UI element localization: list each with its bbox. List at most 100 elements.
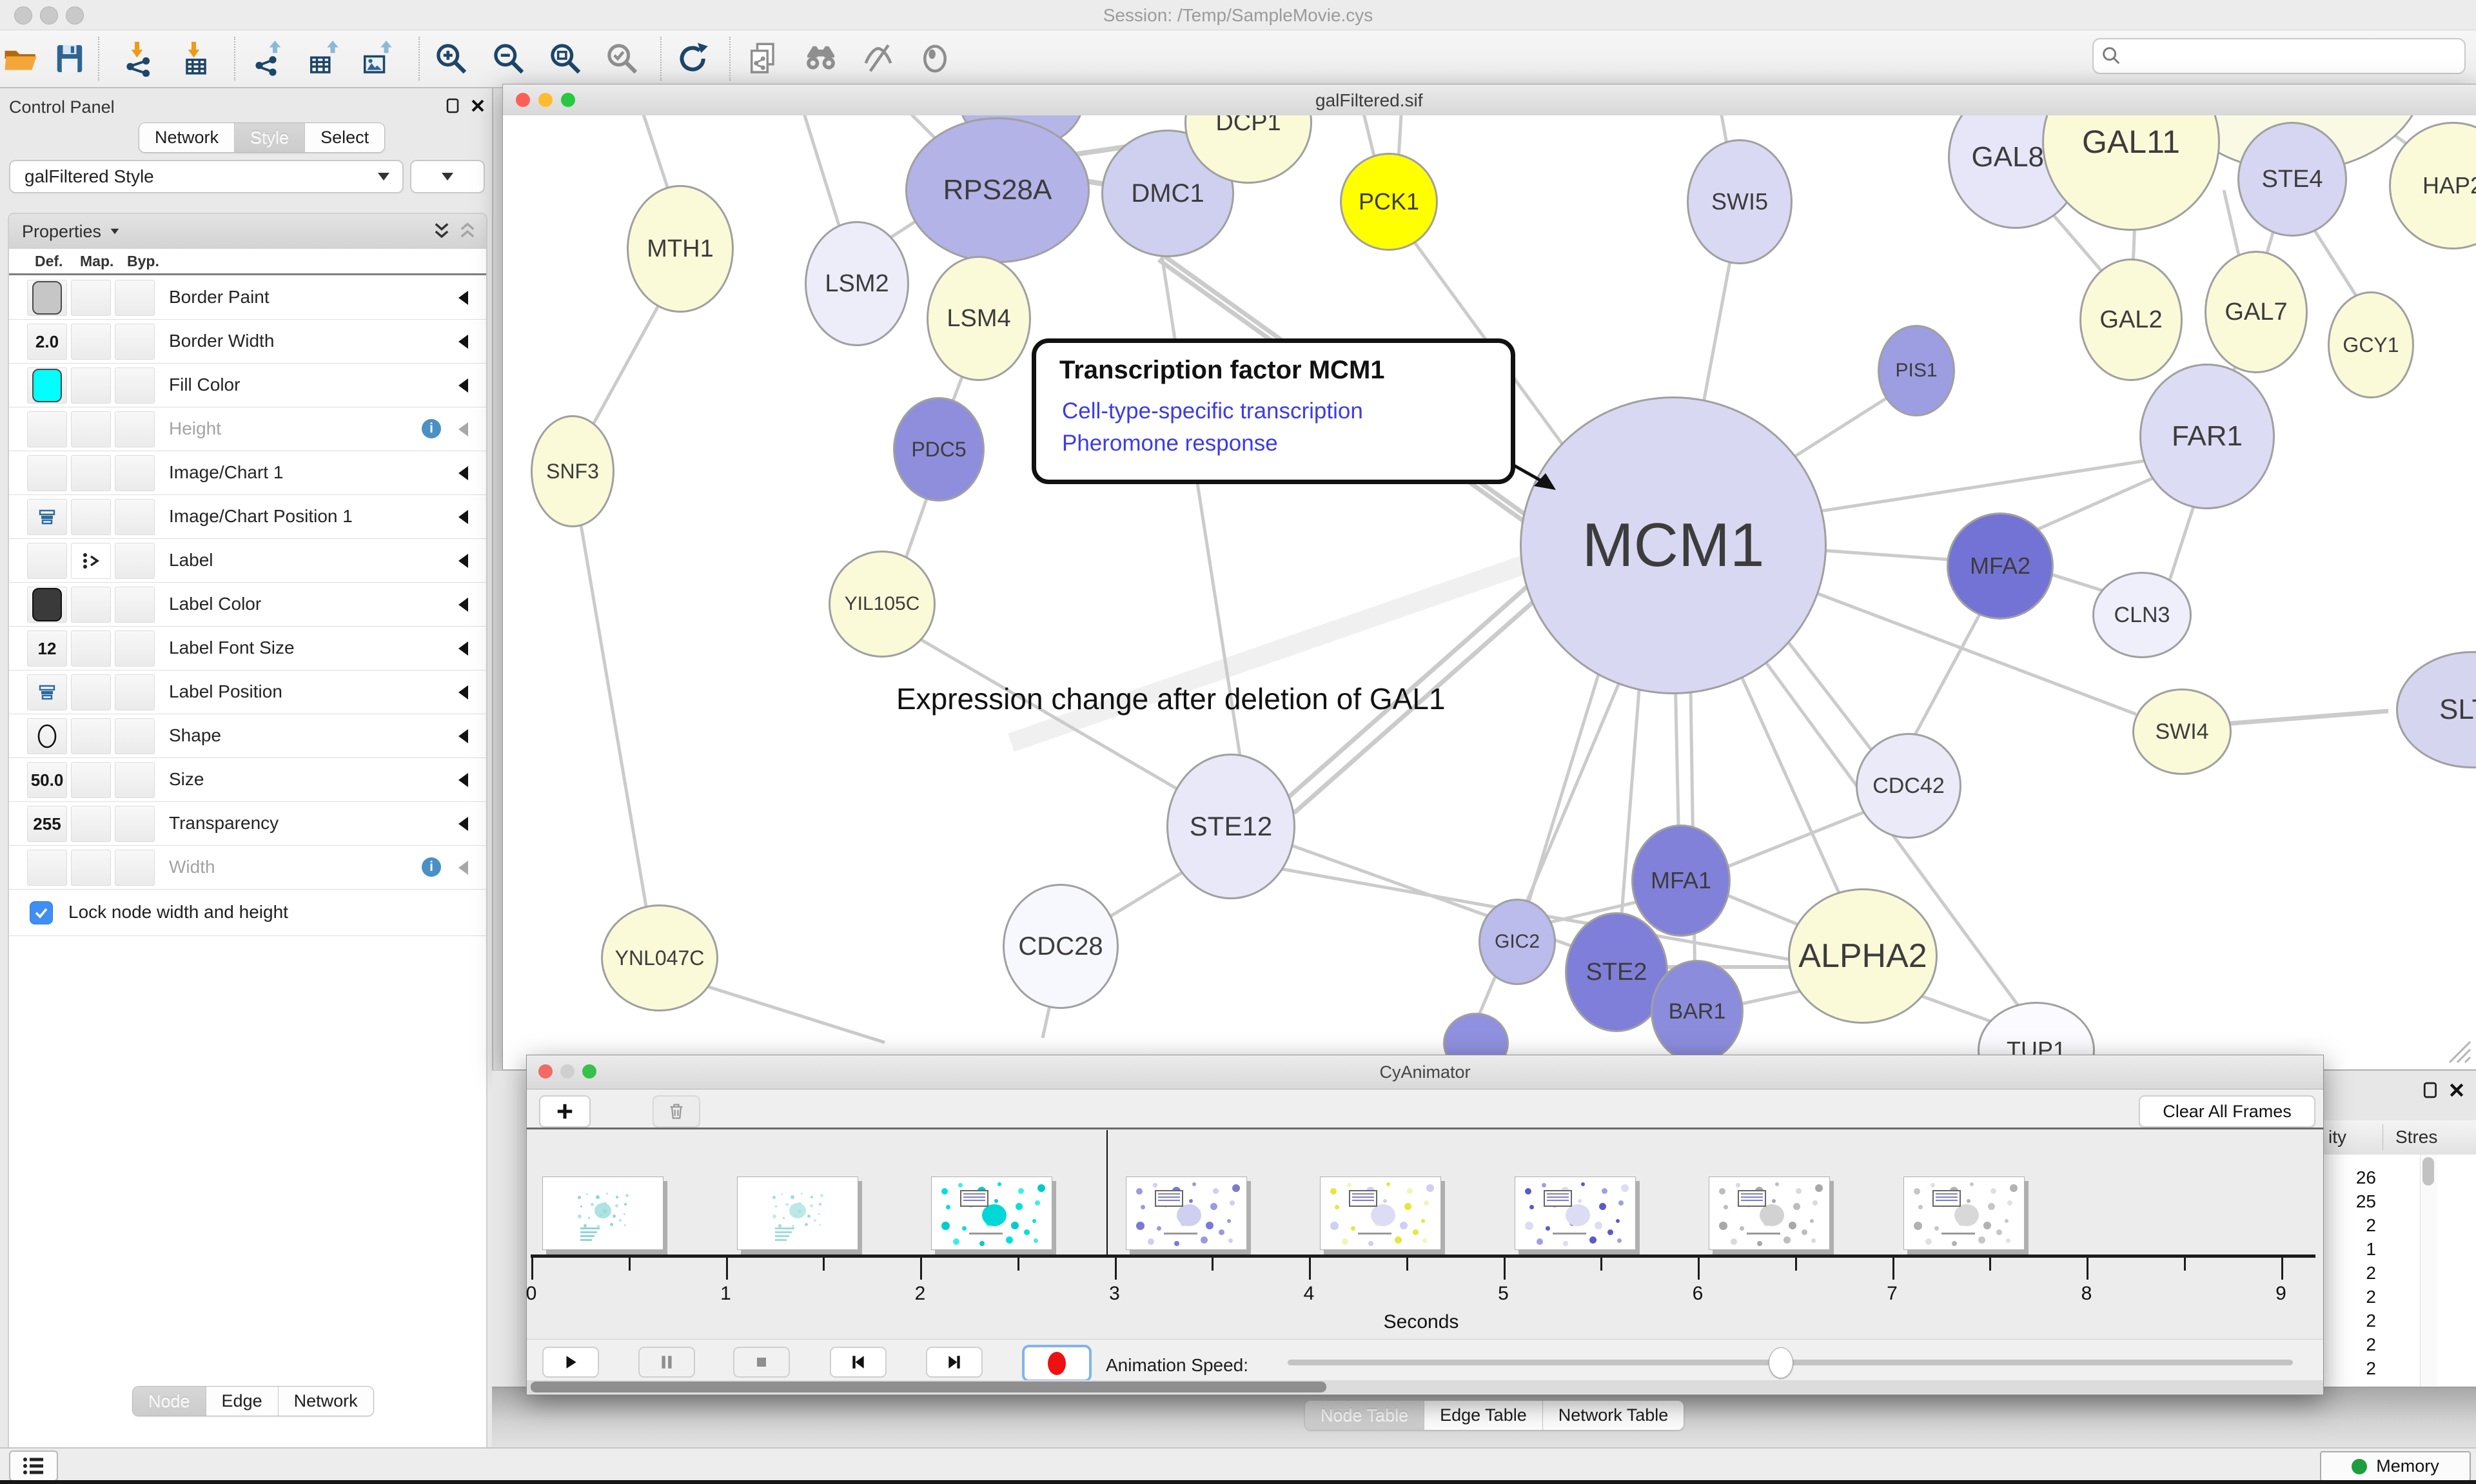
property-row-height[interactable]: Heighti: [9, 407, 486, 451]
network-node-lsm4[interactable]: LSM4: [927, 256, 1031, 381]
network-node-cdc42[interactable]: CDC42: [1856, 733, 1961, 839]
current-style-dropdown[interactable]: galFiltered Style: [9, 160, 404, 193]
timeline-playhead[interactable]: [1106, 1130, 1108, 1255]
expand-row-arrow-icon[interactable]: [458, 598, 468, 612]
tab-style[interactable]: Style: [234, 123, 304, 152]
scrollbar-thumb[interactable]: [531, 1381, 1326, 1392]
table-cell-value[interactable]: 25: [2323, 1191, 2376, 1212]
expand-row-arrow-icon[interactable]: [458, 291, 468, 305]
expand-row-arrow-icon[interactable]: [458, 510, 468, 524]
zoom-out-icon[interactable]: [484, 39, 533, 78]
expand-all-icon[interactable]: [432, 222, 451, 241]
default-value-cell[interactable]: 2.0: [27, 324, 67, 360]
default-value-cell[interactable]: [27, 543, 67, 579]
expand-row-arrow-icon[interactable]: [458, 335, 468, 349]
mapping-cell[interactable]: [71, 455, 111, 491]
minimize-window-icon[interactable]: [538, 93, 553, 107]
network-node-mfa1[interactable]: MFA1: [1631, 825, 1731, 937]
zoom-fit-icon[interactable]: [541, 39, 590, 78]
frame-thumbnail-6[interactable]: [1709, 1176, 1830, 1250]
property-row-fill-color[interactable]: Fill Color: [9, 363, 486, 407]
table-cell-value[interactable]: 2: [2323, 1334, 2376, 1355]
tab-node[interactable]: Node: [133, 1387, 206, 1416]
bypass-cell[interactable]: [115, 806, 155, 842]
expand-row-arrow-icon[interactable]: [458, 422, 468, 436]
scrollbar-thumb[interactable]: [2422, 1157, 2434, 1186]
bypass-cell[interactable]: [115, 280, 155, 316]
network-node-lsm2[interactable]: LSM2: [805, 221, 909, 346]
close-panel-icon[interactable]: [468, 96, 487, 115]
expand-row-arrow-icon[interactable]: [458, 729, 468, 743]
network-node-pis1[interactable]: PIS1: [1878, 325, 1955, 416]
memory-button[interactable]: Memory: [2320, 1451, 2471, 1481]
tab-edge[interactable]: Edge: [206, 1387, 278, 1416]
table-cell-value[interactable]: 2: [2323, 1263, 2376, 1284]
property-row-transparency[interactable]: 255Transparency: [9, 801, 486, 846]
record-button[interactable]: [1022, 1345, 1092, 1382]
property-row-label-color[interactable]: Label Color: [9, 582, 486, 627]
network-node-gcy1[interactable]: GCY1: [2328, 291, 2414, 398]
default-value-cell[interactable]: [27, 367, 67, 404]
bypass-cell[interactable]: [115, 587, 155, 623]
tab-node-table[interactable]: Node Table: [1305, 1401, 1424, 1430]
network-window-titlebar[interactable]: galFiltered.sif: [503, 84, 2476, 116]
table-cell-value[interactable]: 1: [2323, 1239, 2376, 1260]
tab-network[interactable]: Network: [278, 1387, 373, 1416]
network-node-bar1[interactable]: BAR1: [1651, 960, 1744, 1063]
bypass-cell[interactable]: [115, 499, 155, 535]
table-column-header[interactable]: Stres: [2395, 1127, 2437, 1147]
lock-size-checkbox[interactable]: [30, 901, 53, 924]
mapping-cell[interactable]: [71, 718, 111, 754]
property-row-label-position[interactable]: Label Position: [9, 670, 486, 714]
find-icon[interactable]: [796, 39, 845, 78]
table-column-header[interactable]: ity: [2328, 1127, 2346, 1147]
copy-network-icon[interactable]: [740, 39, 789, 78]
default-value-cell[interactable]: [27, 455, 67, 491]
property-row-shape[interactable]: Shape: [9, 714, 486, 758]
bypass-cell[interactable]: [115, 630, 155, 667]
search-input[interactable]: [2130, 46, 2464, 67]
mapping-cell[interactable]: [71, 367, 111, 404]
mapping-cell[interactable]: [71, 543, 111, 579]
hide-details-icon[interactable]: [854, 39, 903, 78]
skip-to-start-button[interactable]: [830, 1347, 887, 1378]
mapping-cell[interactable]: [71, 280, 111, 316]
import-table-icon[interactable]: [172, 39, 221, 78]
table-cell-value[interactable]: 2: [2323, 1311, 2376, 1331]
expand-row-arrow-icon[interactable]: [458, 861, 468, 875]
mapping-cell[interactable]: [71, 806, 111, 842]
search-field[interactable]: [2092, 38, 2466, 74]
network-node-pdc5[interactable]: PDC5: [893, 397, 985, 502]
tab-network-table[interactable]: Network Table: [1542, 1401, 1684, 1430]
float-panel-icon[interactable]: [2422, 1082, 2439, 1102]
timeline-horizontal-scrollbar[interactable]: [527, 1380, 2323, 1394]
table-cell-value[interactable]: 2: [2323, 1215, 2376, 1236]
frame-thumbnail-4[interactable]: [1320, 1176, 1441, 1250]
tab-select[interactable]: Select: [304, 123, 384, 152]
clear-all-frames-button[interactable]: Clear All Frames: [2139, 1095, 2315, 1128]
task-history-button[interactable]: [9, 1450, 58, 1481]
property-row-image-chart-1[interactable]: Image/Chart 1: [9, 451, 486, 495]
frame-thumbnail-5[interactable]: [1515, 1176, 1636, 1250]
network-node-mcm1[interactable]: MCM1: [1520, 396, 1827, 694]
default-value-cell[interactable]: [27, 674, 67, 710]
property-row-border-width[interactable]: 2.0Border Width: [9, 319, 486, 364]
default-value-cell[interactable]: [27, 280, 67, 316]
property-row-width[interactable]: Widthi: [9, 845, 486, 890]
table-cell-value[interactable]: 26: [2323, 1167, 2376, 1188]
mapping-cell[interactable]: [71, 324, 111, 360]
property-row-label[interactable]: Label: [9, 538, 486, 583]
table-cell-value[interactable]: 2: [2323, 1287, 2376, 1307]
collapse-all-icon[interactable]: [458, 222, 477, 241]
expand-row-arrow-icon[interactable]: [458, 554, 468, 568]
bypass-cell[interactable]: [115, 718, 155, 754]
info-icon[interactable]: i: [422, 857, 441, 877]
properties-header[interactable]: Properties: [9, 214, 486, 249]
refresh-icon[interactable]: [669, 39, 718, 78]
bypass-cell[interactable]: [115, 674, 155, 710]
style-options-button[interactable]: [410, 160, 485, 193]
mapping-cell[interactable]: [71, 762, 111, 798]
default-value-cell[interactable]: [27, 718, 67, 754]
mapping-cell[interactable]: [71, 411, 111, 447]
network-node-gic2[interactable]: GIC2: [1479, 899, 1556, 985]
